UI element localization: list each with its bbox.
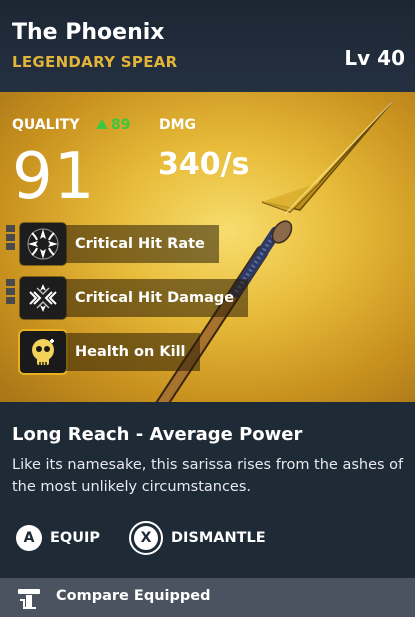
- perk-critical-hit-rate[interactable]: Critical Hit Rate: [6, 223, 246, 265]
- dismantle-button[interactable]: X DISMANTLE: [129, 521, 266, 555]
- perk-tier-bars: [6, 279, 15, 306]
- item-card: The Phoenix LEGENDARY SPEAR Lv 40 QUALIT…: [0, 0, 415, 617]
- crit-damage-icon: [20, 277, 66, 319]
- arrow-up-icon: [96, 119, 108, 129]
- perk-health-on-kill[interactable]: Health on Kill: [6, 331, 206, 373]
- compare-equipped-bar[interactable]: Compare Equipped: [0, 578, 415, 617]
- damage-label: DMG: [159, 117, 197, 133]
- perk-tier-bars: [6, 225, 15, 252]
- a-button-icon: A: [16, 525, 42, 551]
- perk-label: Critical Hit Rate: [66, 225, 219, 263]
- perk-critical-hit-damage[interactable]: Critical Hit Damage: [6, 277, 249, 319]
- quality-value: 91: [12, 140, 96, 214]
- equip-label: EQUIP: [50, 530, 101, 546]
- item-level: Lv 40: [344, 46, 405, 70]
- item-header: The Phoenix LEGENDARY SPEAR Lv 40: [0, 0, 415, 92]
- skull-icon: [20, 331, 66, 373]
- damage-value: 340/s: [158, 147, 250, 182]
- perk-label: Critical Hit Damage: [66, 279, 249, 317]
- quality-label: QUALITY: [12, 117, 80, 133]
- quality-delta: 89: [96, 117, 130, 133]
- x-button-icon: X: [129, 521, 163, 555]
- compare-equipped-label: Compare Equipped: [56, 588, 211, 604]
- compare-icon: [18, 589, 40, 609]
- ability-description: Like its namesake, this sarissa rises fr…: [12, 457, 404, 495]
- equip-button[interactable]: A EQUIP: [16, 521, 100, 555]
- item-name: The Phoenix: [12, 20, 165, 45]
- crit-rate-icon: [20, 223, 66, 265]
- quality-delta-value: 89: [111, 117, 131, 133]
- item-type: LEGENDARY SPEAR: [12, 53, 178, 71]
- x-button-key: X: [134, 526, 158, 550]
- dismantle-label: DISMANTLE: [171, 530, 266, 546]
- perk-label: Health on Kill: [66, 333, 200, 371]
- ability-title: Long Reach - Average Power: [12, 424, 303, 445]
